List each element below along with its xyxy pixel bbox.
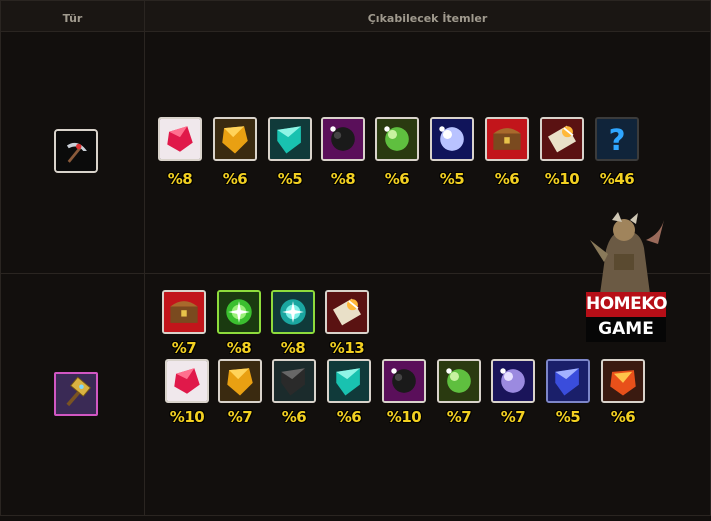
drop-chance-label: %46 [599, 170, 635, 188]
drop-chance-label: %8 [280, 339, 306, 357]
logo-line1: HOMEKO [586, 292, 668, 317]
drop-chance-label: %6 [610, 408, 636, 426]
magic-scroll-icon[interactable] [325, 290, 369, 334]
drop-chance-label: %8 [330, 170, 356, 188]
header-type-label: Tür [62, 12, 83, 25]
drop-chance-label: %5 [555, 408, 581, 426]
warrior-figure [560, 210, 670, 294]
orange-crystal-icon[interactable] [213, 117, 257, 161]
drop-chance-label: %13 [329, 339, 365, 357]
drop-chance-label: %10 [544, 170, 580, 188]
golden-hammer-icon[interactable] [54, 372, 98, 416]
blue-gem-cluster-icon[interactable] [430, 117, 474, 161]
green-orb-icon[interactable] [217, 290, 261, 334]
teal-orb-icon[interactable] [271, 290, 315, 334]
violet-gem-cluster-icon[interactable] [491, 359, 535, 403]
green-gem-cluster-icon[interactable] [375, 117, 419, 161]
teal-crystal-icon[interactable] [327, 359, 371, 403]
dark-ore-icon[interactable] [382, 359, 426, 403]
red-crystal-icon[interactable] [158, 117, 202, 161]
magic-scroll-icon[interactable] [540, 117, 584, 161]
fire-gem-icon[interactable] [601, 359, 645, 403]
drop-chance-label: %5 [277, 170, 303, 188]
drop-chance-label: %10 [169, 408, 205, 426]
teal-crystal-icon[interactable] [268, 117, 312, 161]
mystery-question-icon[interactable]: ? [595, 117, 639, 161]
dark-ore-icon[interactable] [321, 117, 365, 161]
logo-line2: GAME [586, 317, 666, 342]
drop-chance-label: %7 [227, 408, 253, 426]
drop-chance-label: %8 [226, 339, 252, 357]
blue-crystal-icon[interactable] [546, 359, 590, 403]
orange-crystal-icon[interactable] [218, 359, 262, 403]
drop-chance-label: %7 [500, 408, 526, 426]
header-items-label: Çıkabilecek İtemler [367, 12, 488, 25]
treasure-chest-icon[interactable] [162, 290, 206, 334]
pickaxe-icon[interactable] [54, 129, 98, 173]
drop-chance-label: %6 [336, 408, 362, 426]
drop-chance-label: %8 [167, 170, 193, 188]
black-crystal-icon[interactable] [272, 359, 316, 403]
drop-chance-label: %6 [494, 170, 520, 188]
homeko-game-logo: HOMEKO GAME [586, 292, 668, 342]
green-gem-cluster-icon[interactable] [437, 359, 481, 403]
drop-chance-label: %6 [281, 408, 307, 426]
drop-chance-label: %6 [222, 170, 248, 188]
svg-text:?: ? [609, 123, 626, 157]
header-type-cell: Tür [0, 0, 145, 32]
treasure-chest-icon[interactable] [485, 117, 529, 161]
drop-chance-label: %7 [446, 408, 472, 426]
drop-chance-label: %5 [439, 170, 465, 188]
drop-chance-label: %6 [384, 170, 410, 188]
header-items-cell: Çıkabilecek İtemler [144, 0, 711, 32]
drop-chance-label: %10 [386, 408, 422, 426]
red-crystal-icon[interactable] [165, 359, 209, 403]
drop-chance-label: %7 [171, 339, 197, 357]
